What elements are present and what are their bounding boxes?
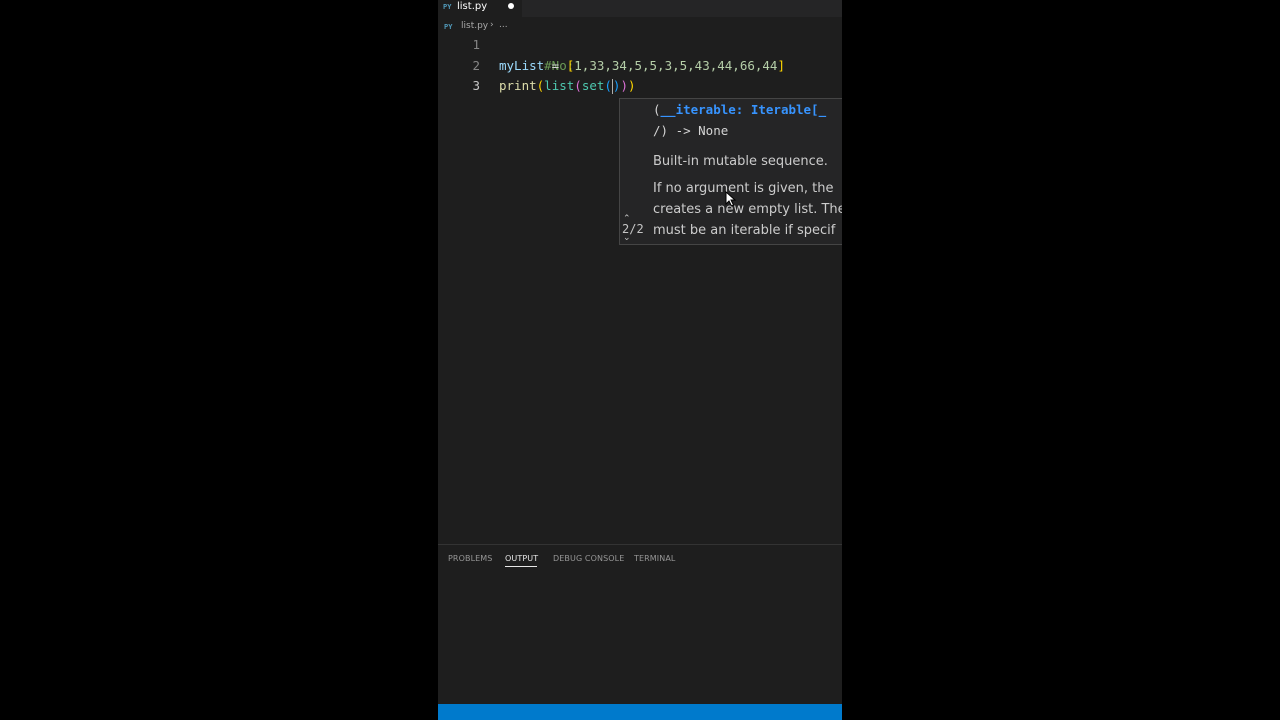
python-file-icon: PY (444, 23, 453, 31)
tab-bar: PY list.py (438, 0, 842, 17)
tab-debug-console[interactable]: DEBUG CONSOLE (553, 554, 624, 563)
bracket-token: ) (627, 78, 636, 93)
active-tab-indicator (505, 566, 537, 567)
code-line-3[interactable]: print(list(set())) (499, 75, 636, 96)
function-token: print (499, 78, 537, 93)
line-number-active: 3 (472, 78, 480, 93)
vscode-window: PY list.py PY list.py › ... 1 2 3 #No:1 … (438, 0, 842, 720)
python-file-icon: PY (443, 3, 452, 11)
line-number: 1 (472, 37, 480, 52)
signature-doc-line: If no argument is given, the (653, 181, 834, 196)
status-bar (438, 704, 842, 720)
unsaved-dot-icon[interactable] (508, 3, 514, 9)
tab-output[interactable]: OUTPUT (505, 554, 538, 563)
tab-label: list.py (457, 1, 488, 12)
bracket-token: ( (604, 78, 612, 93)
breadcrumb-separator: › (490, 20, 494, 30)
signature-help-widget[interactable]: ⌃ 2/2 ⌄ (__iterable: Iterable[_ /) -> No… (619, 98, 842, 245)
tab-terminal[interactable]: TERMINAL (634, 554, 675, 563)
bracket-token: ( (574, 78, 582, 93)
signature-line: (__iterable: Iterable[_ (653, 102, 826, 117)
tab-list-py[interactable]: PY list.py (438, 0, 522, 17)
class-token: list (544, 78, 575, 93)
paren-token: ( (653, 102, 661, 117)
bracket-token: ) (620, 78, 628, 93)
variable-token: myList (499, 58, 545, 73)
bottom-panel: PROBLEMS OUTPUT DEBUG CONSOLE TERMINAL (438, 544, 842, 704)
line-number: 2 (472, 58, 480, 73)
signature-doc-line: creates a new empty list. The (653, 202, 842, 217)
code-line-2[interactable]: myList = [1,33,34,5,5,3,5,43,44,66,44] (499, 55, 785, 76)
bracket-token: ] (777, 58, 785, 73)
signature-doc-line: must be an iterable if specif (653, 223, 836, 238)
signature-return: /) -> None (653, 123, 729, 138)
tab-problems[interactable]: PROBLEMS (448, 554, 492, 563)
chevron-down-icon[interactable]: ⌄ (623, 233, 631, 243)
breadcrumb-more[interactable]: ... (499, 20, 508, 30)
signature-doc-line: Built-in mutable sequence. (653, 154, 828, 169)
breadcrumb: PY list.py › ... (438, 19, 842, 33)
breadcrumb-file[interactable]: list.py (461, 21, 488, 31)
class-token: set (581, 78, 605, 93)
active-parameter: __iterable: Iterable[_ (660, 102, 827, 117)
number-list-token: 1,33,34,5,5,3,5,43,44,66,44 (574, 58, 778, 73)
mouse-pointer-icon (725, 191, 737, 207)
operator-token: = (544, 58, 567, 73)
